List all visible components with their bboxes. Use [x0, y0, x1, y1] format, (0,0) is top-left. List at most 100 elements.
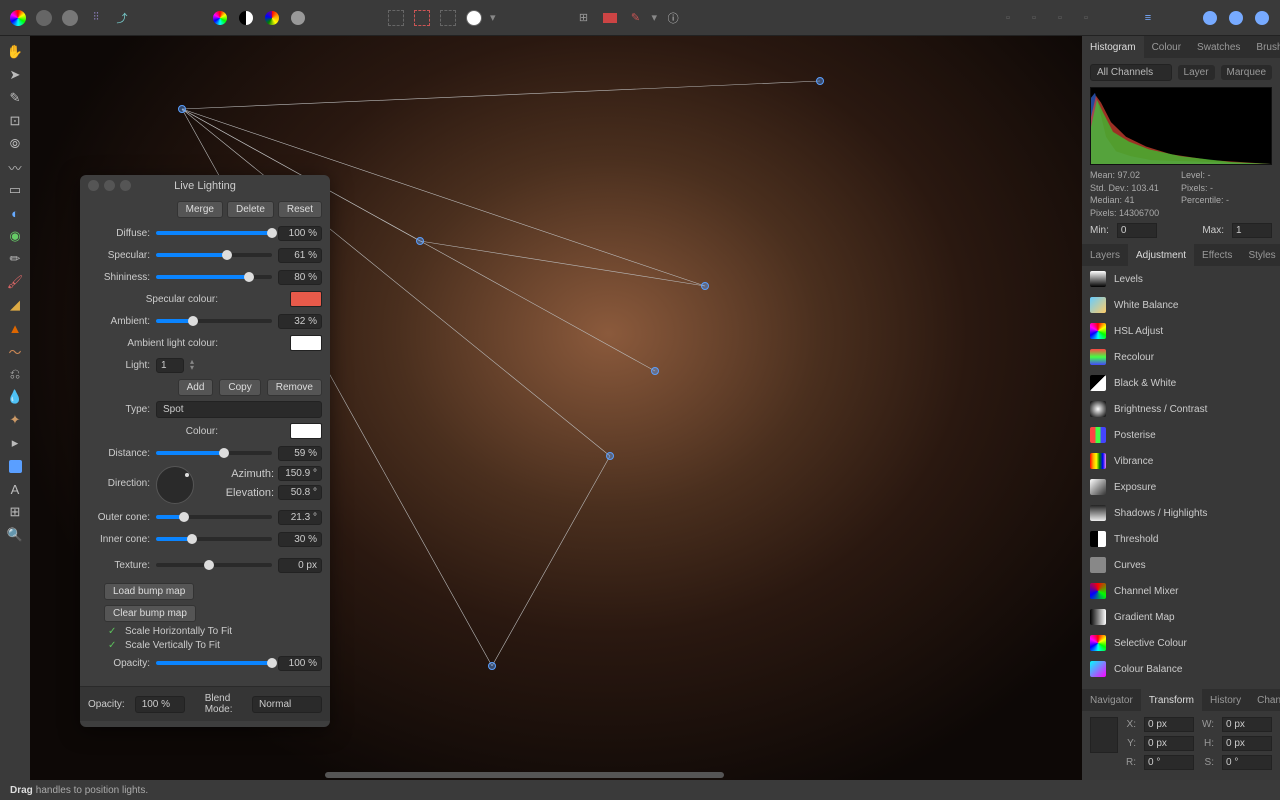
amb-colour-swatch[interactable] [290, 335, 322, 351]
brush-tool-icon[interactable]: ✏ [4, 249, 26, 269]
footer-opacity-select[interactable]: 100 % [135, 696, 185, 713]
blur-tool-icon[interactable]: 💧 [4, 387, 26, 407]
add-button[interactable]: Add [178, 379, 214, 396]
adjustment-item[interactable]: Black & White [1082, 370, 1280, 396]
horizontal-scrollbar[interactable] [325, 772, 725, 778]
grid-icon[interactable]: ⊞ [574, 8, 594, 28]
bw-icon[interactable] [236, 8, 256, 28]
fill-tool-icon[interactable]: ◢ [4, 295, 26, 315]
copy-button[interactable]: Copy [219, 379, 260, 396]
color-icon[interactable] [262, 8, 282, 28]
crop-tool-icon[interactable]: ⊡ [4, 111, 26, 131]
info-icon[interactable]: ⓘ [663, 8, 683, 28]
rgb-icon[interactable] [210, 8, 230, 28]
tab-channels[interactable]: Channels [1249, 689, 1280, 711]
tab-colour[interactable]: Colour [1144, 36, 1189, 58]
max-input[interactable] [1232, 223, 1272, 238]
light-node[interactable] [816, 77, 824, 85]
inner-slider[interactable] [156, 537, 272, 541]
minimize-icon[interactable] [104, 180, 115, 191]
tab-layers[interactable]: Layers [1082, 244, 1128, 266]
adjustment-item[interactable]: Exposure [1082, 474, 1280, 500]
shininess-value[interactable]: 80 % [278, 270, 322, 285]
hand-tool-icon[interactable]: ✋ [4, 42, 26, 62]
merge-button[interactable]: Merge [177, 201, 223, 218]
adjustment-item[interactable]: HSL Adjust [1082, 318, 1280, 344]
h-input[interactable] [1222, 736, 1272, 751]
marquee-button[interactable]: Marquee [1221, 65, 1272, 80]
opacity-slider[interactable] [156, 661, 272, 665]
outer-value[interactable]: 21.3 ° [278, 510, 322, 525]
ambient-slider[interactable] [156, 319, 272, 323]
azimuth-value[interactable]: 150.9 ° [278, 466, 322, 481]
clone-tool-icon[interactable]: ⎌ [4, 364, 26, 384]
inner-value[interactable]: 30 % [278, 532, 322, 547]
adjustment-item[interactable]: Channel Mixer [1082, 578, 1280, 604]
colorpicker-tool-icon[interactable]: ✎ [4, 88, 26, 108]
check-icon[interactable]: ✓ [108, 626, 119, 637]
adjustment-item[interactable]: Posterise [1082, 422, 1280, 448]
diffuse-value[interactable]: 100 % [278, 226, 322, 241]
shape-tool-icon[interactable] [4, 456, 26, 476]
persona-develop-icon[interactable] [60, 8, 80, 28]
zoom-icon[interactable] [120, 180, 131, 191]
light-origin-node[interactable] [178, 105, 186, 113]
paintbrush-tool-icon[interactable]: 🖌 [4, 272, 26, 292]
tab-styles[interactable]: Styles [1240, 244, 1280, 266]
tab-histogram[interactable]: Histogram [1082, 36, 1144, 58]
zoom-tool-icon[interactable]: 🔍 [4, 525, 26, 545]
flood-tool-icon[interactable]: ◐ [4, 203, 26, 223]
dialog-titlebar[interactable]: Live Lighting [80, 175, 330, 197]
light-node[interactable] [416, 237, 424, 245]
arrange-back-icon[interactable]: ▫ [998, 8, 1018, 28]
bool-add-icon[interactable] [1200, 8, 1220, 28]
tab-swatches[interactable]: Swatches [1189, 36, 1248, 58]
layer-button[interactable]: Layer [1178, 65, 1215, 80]
load-bump-button[interactable]: Load bump map [104, 583, 194, 600]
tab-history[interactable]: History [1202, 689, 1249, 711]
lasso-tool-icon[interactable]: 〰 [4, 157, 26, 177]
adjustment-item[interactable]: Shadows / Highlights [1082, 500, 1280, 526]
adjustment-item[interactable]: Curves [1082, 552, 1280, 578]
w-input[interactable] [1222, 717, 1272, 732]
align-icon[interactable]: ≡ [1138, 8, 1158, 28]
adjustment-item[interactable]: Threshold [1082, 526, 1280, 552]
opacity-value[interactable]: 100 % [278, 656, 322, 671]
arrange-forward-icon[interactable]: ▫ [1050, 8, 1070, 28]
tab-adjustment[interactable]: Adjustment [1128, 244, 1194, 266]
healing-tool-icon[interactable]: ✦ [4, 410, 26, 430]
light-node[interactable] [606, 452, 614, 460]
clear-bump-button[interactable]: Clear bump map [104, 605, 196, 622]
outer-slider[interactable] [156, 515, 272, 519]
assist-icon[interactable]: ✎ [626, 8, 646, 28]
direction-dial[interactable] [156, 466, 194, 504]
s-input[interactable] [1222, 755, 1272, 770]
delete-button[interactable]: Delete [227, 201, 274, 218]
adjustment-item[interactable]: Selective Colour [1082, 630, 1280, 656]
persona-export-icon[interactable]: ⤴ [112, 8, 132, 28]
distance-slider[interactable] [156, 451, 272, 455]
blend-select[interactable]: Normal [252, 696, 322, 713]
y-input[interactable] [1144, 736, 1194, 751]
light-node[interactable] [651, 367, 659, 375]
bool-int-icon[interactable] [1252, 8, 1272, 28]
elevation-value[interactable]: 50.8 ° [278, 485, 322, 500]
arrange-backward-icon[interactable]: ▫ [1024, 8, 1044, 28]
selection-sub-icon[interactable] [438, 8, 458, 28]
close-icon[interactable] [88, 180, 99, 191]
remove-button[interactable]: Remove [267, 379, 322, 396]
tab-navigator[interactable]: Navigator [1082, 689, 1141, 711]
type-select[interactable]: Spot [156, 401, 322, 418]
snap-icon[interactable] [600, 8, 620, 28]
persona-photo-icon[interactable] [8, 8, 28, 28]
min-input[interactable] [1117, 223, 1157, 238]
texture-slider[interactable] [156, 563, 272, 567]
light-node[interactable] [701, 282, 709, 290]
mask-icon[interactable] [464, 8, 484, 28]
pen-tool-icon[interactable]: ▸ [4, 433, 26, 453]
bool-sub-icon[interactable] [1226, 8, 1246, 28]
adjustment-item[interactable]: Levels [1082, 266, 1280, 292]
check-icon[interactable]: ✓ [108, 640, 119, 651]
move-tool-icon[interactable]: ➤ [4, 65, 26, 85]
adjustment-item[interactable]: Vibrance [1082, 448, 1280, 474]
